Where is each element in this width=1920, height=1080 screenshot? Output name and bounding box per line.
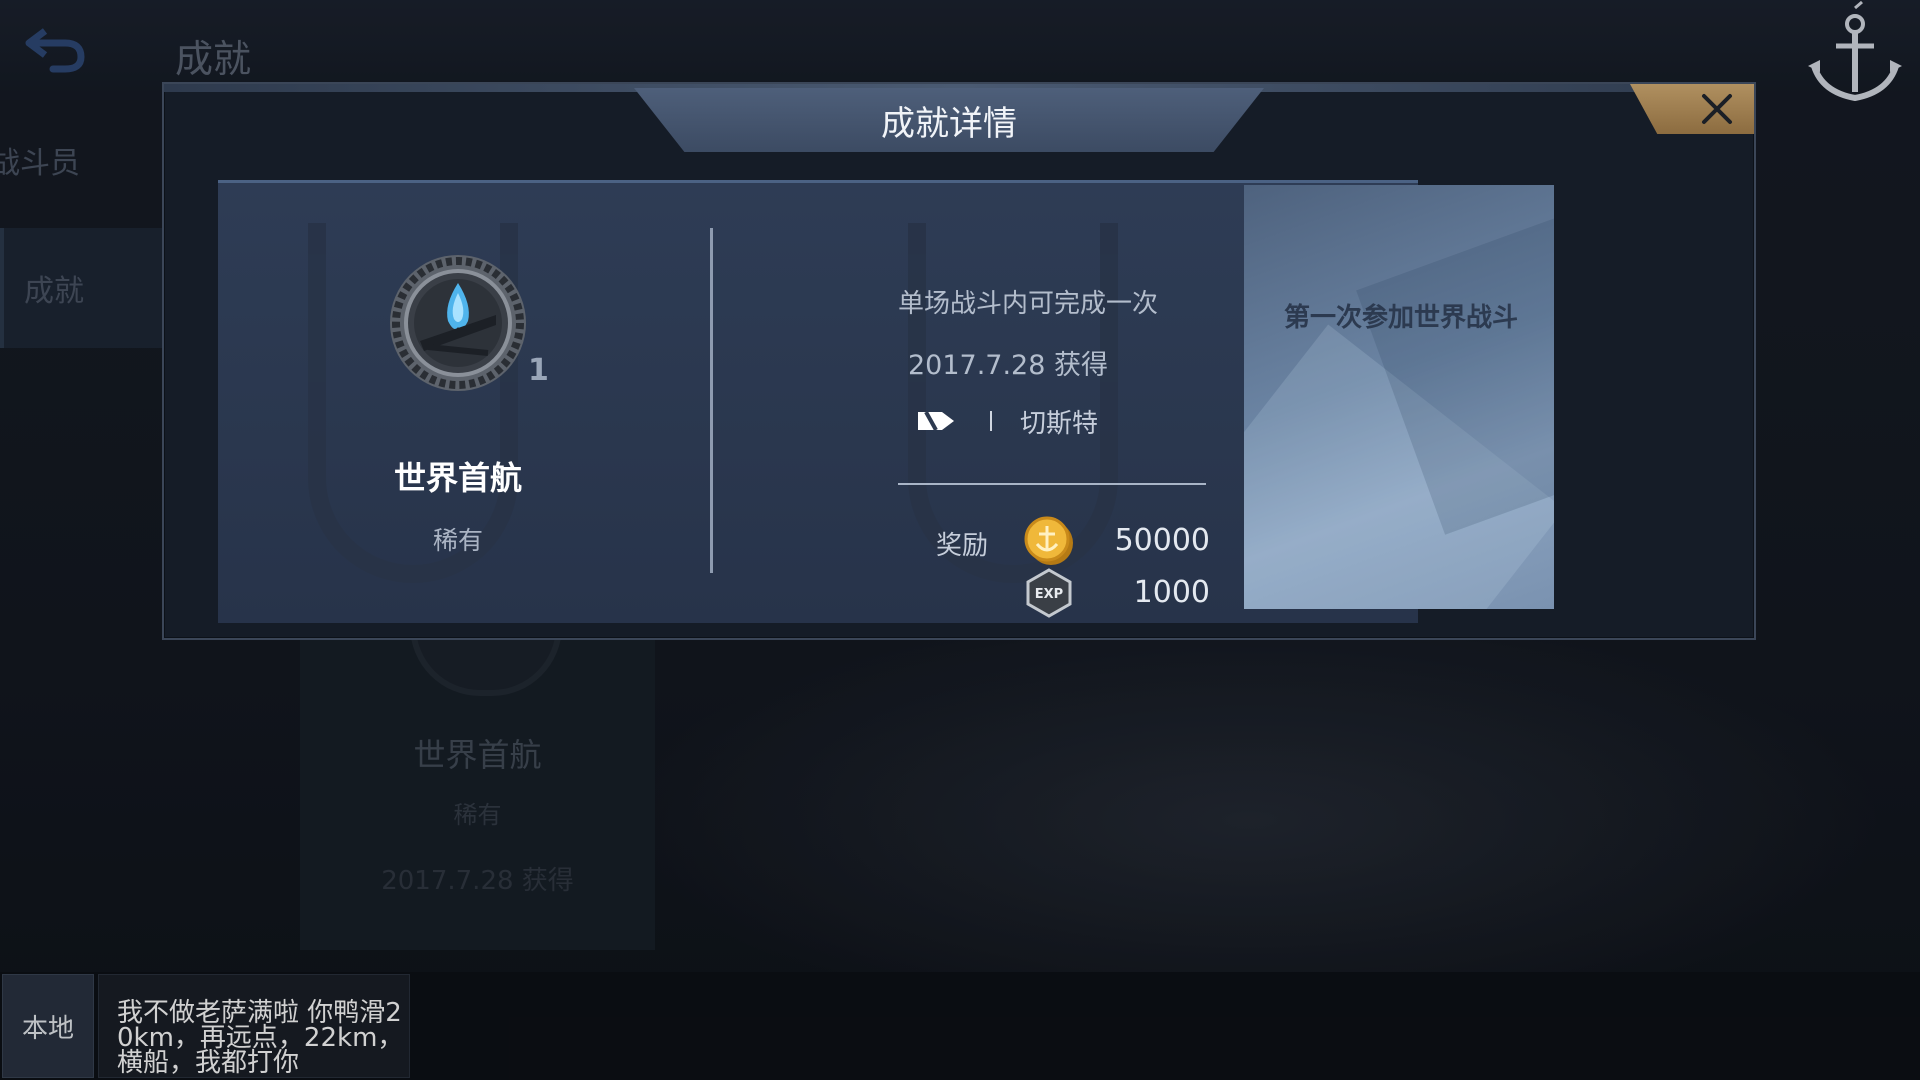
achievement-condition: 单场战斗内可完成一次 <box>897 289 1158 319</box>
reward-label: 奖励 <box>936 531 989 561</box>
exp-icon: EXP <box>1026 568 1072 618</box>
close-icon <box>1702 94 1732 124</box>
ship-name: 切斯特 <box>1020 408 1099 439</box>
gold-coin-icon <box>1024 516 1073 565</box>
horizontal-divider <box>898 483 1206 485</box>
achievement-count: 1 <box>528 353 549 388</box>
achievement-description: 第一次参加世界战斗 <box>1284 303 1519 333</box>
achievement-obtained-date: 2017.7.28 获得 <box>908 350 1108 381</box>
achievement-medal-icon <box>390 255 526 391</box>
achievement-rarity: 稀有 <box>432 526 483 555</box>
close-button[interactable] <box>1630 84 1754 134</box>
achievement-ship: 切斯特 <box>918 403 1098 439</box>
achievement-detail-dialog: 成就详情 1 世界首航 稀有 单场战斗内可完成一次 2017.7.28 获得 切… <box>162 82 1756 640</box>
reward-exp-value: 1000 <box>1133 575 1210 610</box>
achievement-panel: 1 世界首航 稀有 单场战斗内可完成一次 2017.7.28 获得 切斯特 奖励… <box>218 180 1554 623</box>
achievement-name: 世界首航 <box>393 459 522 497</box>
ship-separator <box>990 411 992 431</box>
ship-flag-icon <box>918 411 954 431</box>
svg-text:EXP: EXP <box>1035 587 1063 602</box>
achievement-description-panel: 第一次参加世界战斗 <box>1244 185 1554 609</box>
dialog-title: 成就详情 <box>881 103 1017 144</box>
vertical-divider <box>710 228 713 573</box>
reward-gold-value: 50000 <box>1114 523 1210 558</box>
dialog-title-tab: 成就详情 <box>634 88 1264 152</box>
